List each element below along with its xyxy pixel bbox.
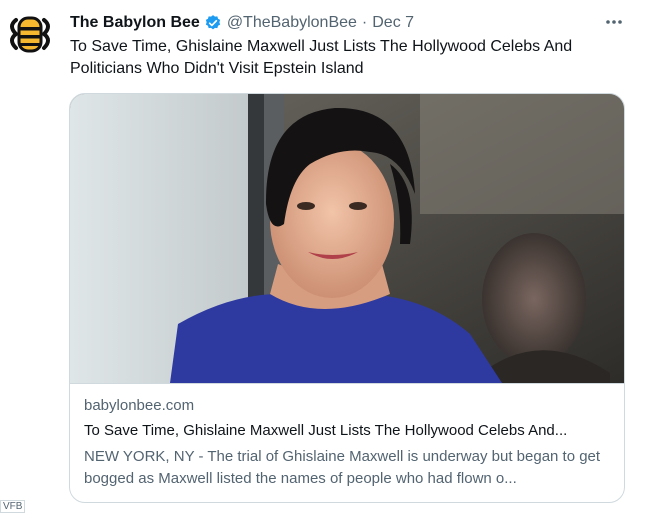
- tweet-text: To Save Time, Ghislaine Maxwell Just Lis…: [70, 38, 573, 77]
- card-domain: babylonbee.com: [84, 397, 195, 414]
- card-title: To Save Time, Ghislaine Maxwell Just Lis…: [84, 422, 568, 439]
- babylon-bee-logo-icon: [6, 10, 54, 58]
- corner-label: VFB: [0, 500, 26, 513]
- tweet[interactable]: The Babylon Bee @TheBabylonBee · Dec 7 T…: [0, 0, 648, 512]
- link-card[interactable]: babylonbee.com To Save Time, Ghislaine M…: [69, 93, 625, 503]
- author-name[interactable]: The Babylon Bee: [70, 14, 200, 32]
- more-options-icon[interactable]: [604, 14, 624, 30]
- card-image[interactable]: [70, 94, 624, 384]
- tweet-header: The Babylon Bee @TheBabylonBee · Dec 7: [70, 12, 414, 34]
- verified-badge-icon: [204, 14, 222, 32]
- card-description: NEW YORK, NY - The trial of Ghislaine Ma…: [84, 448, 601, 487]
- author-handle[interactable]: @TheBabylonBee: [227, 14, 357, 32]
- tweet-date[interactable]: Dec 7: [372, 14, 414, 32]
- avatar[interactable]: [6, 10, 54, 58]
- separator-dot: ·: [361, 14, 368, 31]
